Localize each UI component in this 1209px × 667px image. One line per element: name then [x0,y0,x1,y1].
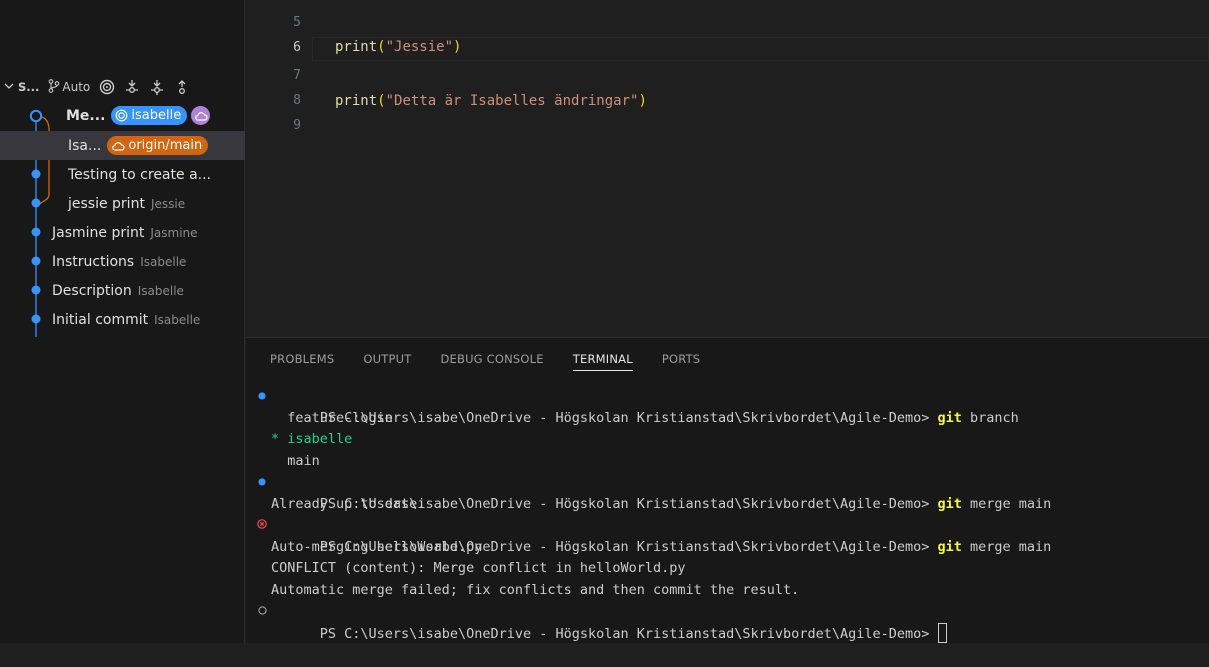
string-token: "Jessie" [385,39,454,55]
commit-message: Me... [66,107,106,124]
bottom-panel: PROBLEMS OUTPUT DEBUG CONSOLE TERMINAL P… [246,337,1209,643]
source-control-graph-header[interactable]: S... Auto [0,74,245,100]
fetch-icon[interactable] [123,79,140,96]
commit-row[interactable]: Testing to create a... [0,160,245,189]
pull-icon[interactable] [148,79,165,96]
target-icon[interactable] [98,79,115,96]
git-branch-icon [48,78,60,96]
commit-author: Isabelle [154,312,201,327]
terminal-line: Automatic merge failed; fix conflicts an… [271,581,800,598]
paren-token: ) [453,39,462,55]
commit-row-selected[interactable]: Isa... origin/main [0,131,245,160]
commit-row[interactable]: Instructions Isabelle [0,247,245,276]
line-number: 8 [293,93,301,108]
terminal-line: CONFLICT (content): Merge conflict in he… [271,560,686,576]
terminal-line: PS C:\Users\isabe\OneDrive - Högskolan K… [254,386,1051,426]
line-number: 9 [293,118,301,133]
command-success-icon[interactable] [256,386,268,408]
tab-output[interactable]: OUTPUT [363,352,411,371]
tab-terminal[interactable]: TERMINAL [572,352,633,371]
terminal-prompt: PS C:\Users\isabe\OneDrive - Högskolan K… [319,625,938,642]
paren-token: ) [638,93,647,109]
commit-row[interactable]: Description Isabelle [0,276,245,305]
commit-message: jessie print [68,195,145,212]
string-token: "Detta är Isabelles ändringar" [385,93,639,109]
branch-badge-isabelle[interactable]: isabelle [111,106,188,125]
terminal-line: PS C:\Users\isabe\OneDrive - Högskolan K… [254,472,1051,512]
terminal-line: Already up to date. [271,495,426,512]
commit-author: Jessie [150,196,186,211]
command-error-icon[interactable] [256,515,268,537]
cloud-icon [191,106,211,125]
source-control-graph-sidebar: S... Auto Me... isabelle Isa... origin/m… [0,0,245,643]
commit-message: Instructions [52,253,135,270]
terminal-line: PS C:\Users\isabe\OneDrive - Högskolan K… [254,515,1051,555]
code-editor[interactable]: 5 6 print("Jessie") 7 8 print("Detta är … [246,0,1209,337]
commit-row[interactable]: Me... isabelle [0,101,245,130]
branch-badge-label: isabelle [131,108,182,123]
commit-author: Isabelle [140,254,187,269]
command-pending-icon[interactable] [256,601,268,623]
target-icon [115,109,128,122]
panel-tabs: PROBLEMS OUTPUT DEBUG CONSOLE TERMINAL P… [270,352,729,371]
chevron-down-icon[interactable] [4,80,14,94]
commit-author: Isabelle [137,283,184,298]
function-token: print [335,39,378,55]
terminal-line: main [271,452,320,469]
commit-row[interactable]: Initial commit Isabelle [0,305,245,334]
function-token: print [335,93,378,109]
tab-problems[interactable]: PROBLEMS [270,352,334,371]
line-number: 7 [293,68,301,83]
code-line[interactable]: print("Jessie") [335,39,461,55]
commit-message: Isa... [68,137,102,154]
terminal-line: * isabelle [254,429,1051,451]
terminal-line: PS C:\Users\isabe\OneDrive - Högskolan K… [254,601,1051,643]
commit-message: Jasmine print [52,224,145,241]
current-branch: * isabelle [271,431,353,447]
push-icon[interactable] [173,79,190,96]
branch-mode-label[interactable]: Auto [62,80,90,94]
paren-token: ( [377,93,386,109]
terminal-line: Auto-merging helloWorld.py [271,538,483,555]
graph-section-title: S... [18,80,40,94]
paren-token: ( [377,39,386,55]
commit-message: Testing to create a... [68,166,211,183]
commit-message: Initial commit [52,311,149,328]
line-number: 6 [293,40,301,55]
terminal-cursor[interactable] [937,622,947,643]
code-line[interactable]: print("Detta är Isabelles ändringar") [335,93,647,109]
line-number: 5 [293,15,301,30]
commit-author: Jasmine [150,225,198,240]
branch-badge-origin-main[interactable]: origin/main [107,136,209,155]
branch-badge-label: origin/main [128,138,203,153]
commit-message: Description [52,282,132,299]
command-success-icon[interactable] [256,472,268,494]
tab-ports[interactable]: PORTS [662,352,700,371]
commit-row[interactable]: jessie print Jessie [0,189,245,218]
tab-debug-console[interactable]: DEBUG CONSOLE [440,352,543,371]
terminal-line: feature-login [271,409,393,426]
commit-row[interactable]: Jasmine print Jasmine [0,218,245,247]
terminal-output[interactable]: PS C:\Users\isabe\OneDrive - Högskolan K… [254,386,1051,643]
cloud-icon [111,141,125,151]
